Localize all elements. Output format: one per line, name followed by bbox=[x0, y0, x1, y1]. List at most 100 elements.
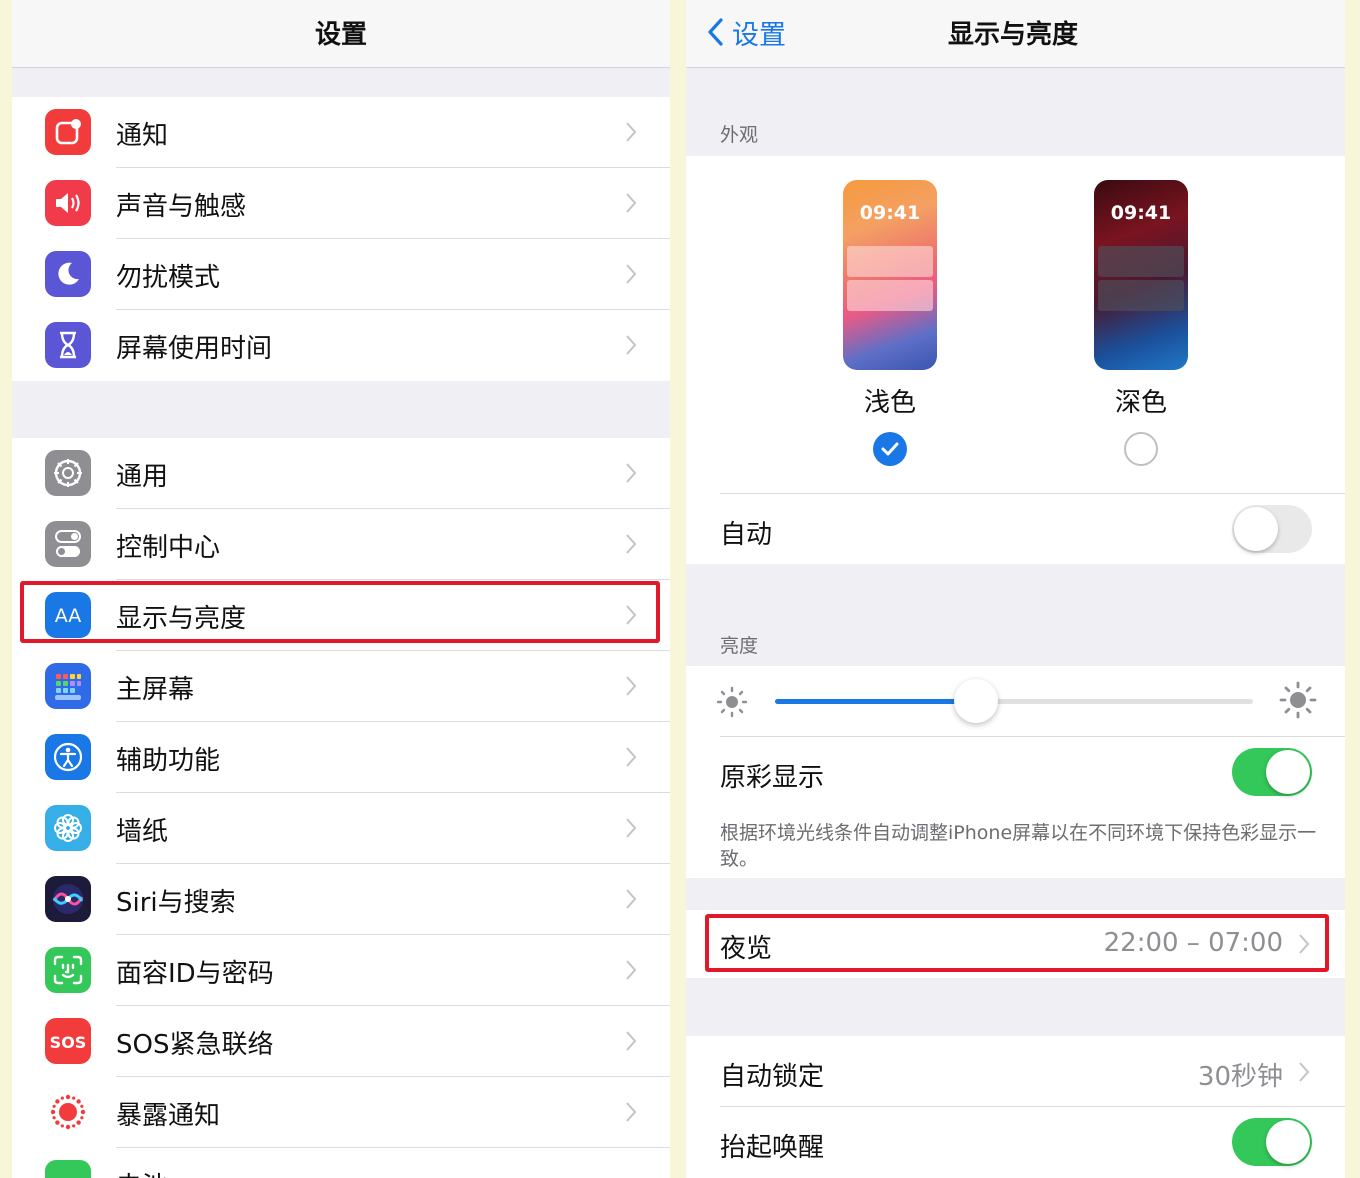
page-title: 显示与亮度 bbox=[948, 20, 1079, 50]
preview-widget bbox=[847, 246, 933, 277]
settings-item-battery[interactable]: 电池 bbox=[12, 1148, 670, 1178]
sos-icon: SOS bbox=[45, 1018, 91, 1064]
chevron-right-icon bbox=[626, 889, 637, 909]
brightness-slider-knob[interactable] bbox=[954, 679, 998, 723]
settings-item-label: 辅助功能 bbox=[116, 746, 221, 776]
page-title: 设置 bbox=[314, 20, 367, 50]
chevron-right-icon bbox=[626, 534, 637, 554]
preview-widget bbox=[1098, 280, 1184, 311]
settings-item-emergency-sos[interactable]: SOS SOS紧急联络 bbox=[12, 1006, 670, 1077]
light-mode-preview: 09:41 bbox=[843, 180, 937, 370]
settings-item-label: Siri与搜索 bbox=[116, 888, 236, 918]
chevron-left-icon bbox=[708, 18, 723, 46]
chevron-right-icon bbox=[626, 335, 637, 355]
settings-item-exposure-notifications[interactable]: 暴露通知 bbox=[12, 1077, 670, 1148]
settings-item-label: 主屏幕 bbox=[116, 675, 195, 705]
display-nav-bar: 设置 显示与亮度 bbox=[686, 0, 1345, 68]
chevron-right-icon bbox=[1299, 1062, 1310, 1082]
settings-item-label: 控制中心 bbox=[116, 533, 221, 563]
appearance-group: 09:41 浅色 09:41 深色 自动 bbox=[686, 156, 1345, 564]
svg-text:SOS: SOS bbox=[50, 1033, 87, 1052]
auto-lock-label: 自动锁定 bbox=[720, 1062, 825, 1092]
chevron-right-icon bbox=[626, 747, 637, 767]
brightness-header: 亮度 bbox=[720, 635, 759, 657]
speaker-icon bbox=[45, 180, 91, 226]
auto-lock-value: 30秒钟 bbox=[1197, 1062, 1283, 1092]
settings-item-home-screen[interactable]: 主屏幕 bbox=[12, 651, 670, 722]
light-mode-label: 浅色 bbox=[863, 388, 916, 418]
settings-item-sounds[interactable]: 声音与触感 bbox=[12, 168, 670, 239]
chevron-right-icon bbox=[626, 193, 637, 213]
settings-group-1: 通知 声音与触感 勿扰模式 屏幕使用时间 bbox=[12, 97, 670, 381]
flower-icon bbox=[45, 805, 91, 851]
settings-item-label: 墙纸 bbox=[116, 817, 169, 847]
settings-item-accessibility[interactable]: 辅助功能 bbox=[12, 722, 670, 793]
faceid-icon bbox=[45, 947, 91, 993]
true-tone-label: 原彩显示 bbox=[720, 763, 825, 793]
dark-mode-radio[interactable] bbox=[1124, 432, 1158, 466]
chevron-right-icon bbox=[626, 818, 637, 838]
settings-nav-bar: 设置 bbox=[12, 0, 670, 68]
chevron-right-icon bbox=[626, 1102, 637, 1122]
back-label: 设置 bbox=[732, 19, 786, 51]
toggle-knob bbox=[1266, 750, 1310, 794]
settings-item-screen-time[interactable]: 屏幕使用时间 bbox=[12, 310, 670, 381]
checkmark-icon bbox=[881, 442, 899, 456]
notifications-icon bbox=[45, 109, 91, 155]
brightness-slider[interactable] bbox=[775, 679, 1253, 723]
auto-toggle[interactable] bbox=[1232, 505, 1312, 553]
sun-small-icon bbox=[716, 686, 748, 718]
preview-time: 09:41 bbox=[1110, 202, 1172, 224]
back-button[interactable]: 设置 bbox=[706, 12, 786, 52]
chevron-right-icon bbox=[626, 264, 637, 284]
preview-time: 09:41 bbox=[859, 202, 921, 224]
settings-item-label: 通知 bbox=[116, 121, 169, 151]
raise-to-wake-label: 抬起唤醒 bbox=[720, 1133, 825, 1163]
toggle-knob bbox=[1266, 1120, 1310, 1164]
settings-item-label: SOS紧急联络 bbox=[116, 1030, 274, 1060]
toggles-icon bbox=[45, 521, 91, 567]
settings-item-faceid-passcode[interactable]: 面容ID与密码 bbox=[12, 935, 670, 1006]
settings-item-wallpaper[interactable]: 墙纸 bbox=[12, 793, 670, 864]
settings-item-label: 勿扰模式 bbox=[116, 263, 221, 293]
chevron-right-icon bbox=[626, 676, 637, 696]
home-grid-icon bbox=[45, 663, 91, 709]
settings-item-label: 通用 bbox=[116, 462, 169, 492]
settings-item-label: 声音与触感 bbox=[116, 192, 247, 222]
auto-appearance-row: 自动 bbox=[686, 494, 1345, 564]
settings-item-siri-search[interactable]: Siri与搜索 bbox=[12, 864, 670, 935]
preview-widget bbox=[847, 280, 933, 311]
gear-icon bbox=[45, 450, 91, 496]
dark-mode-label: 深色 bbox=[1114, 388, 1167, 418]
settings-item-do-not-disturb[interactable]: 勿扰模式 bbox=[12, 239, 670, 310]
battery-icon bbox=[45, 1160, 91, 1178]
settings-group-2: 通用 控制中心 AA 显示与亮度 主屏幕 辅助功能 墙纸 Siri与搜索 面容I… bbox=[12, 438, 670, 1178]
sun-large-icon bbox=[1279, 681, 1317, 719]
settings-item-label: 暴露通知 bbox=[116, 1101, 221, 1131]
highlight-box bbox=[705, 914, 1329, 972]
settings-item-control-center[interactable]: 控制中心 bbox=[12, 509, 670, 580]
settings-item-general[interactable]: 通用 bbox=[12, 438, 670, 509]
true-tone-row: 原彩显示 bbox=[686, 737, 1345, 807]
auto-lock-row[interactable]: 自动锁定 30秒钟 bbox=[686, 1036, 1345, 1106]
exposure-icon bbox=[45, 1089, 91, 1135]
dark-mode-preview: 09:41 bbox=[1094, 180, 1188, 370]
appearance-header: 外观 bbox=[720, 124, 759, 146]
auto-label: 自动 bbox=[720, 520, 773, 550]
moon-icon bbox=[45, 251, 91, 297]
display-brightness-panel: 设置 显示与亮度 外观 09:41 浅色 09:41 深色 自动 亮度 原彩显示… bbox=[686, 0, 1345, 1178]
chevron-right-icon bbox=[626, 1031, 637, 1051]
toggle-knob bbox=[1234, 507, 1278, 551]
light-mode-radio-checked[interactable] bbox=[873, 432, 907, 466]
brightness-slider-fill bbox=[775, 699, 976, 704]
raise-to-wake-toggle[interactable] bbox=[1232, 1118, 1312, 1166]
true-tone-description: 根据环境光线条件自动调整iPhone屏幕以在不同环境下保持色彩显示一致。 bbox=[720, 822, 1317, 870]
lock-group: 自动锁定 30秒钟 抬起唤醒 bbox=[686, 1036, 1345, 1178]
preview-widget bbox=[1098, 246, 1184, 277]
highlight-box bbox=[20, 581, 660, 643]
settings-item-label: 屏幕使用时间 bbox=[116, 334, 273, 364]
hourglass-icon bbox=[45, 322, 91, 368]
settings-item-notifications[interactable]: 通知 bbox=[12, 97, 670, 168]
chevron-right-icon bbox=[626, 960, 637, 980]
true-tone-toggle[interactable] bbox=[1232, 748, 1312, 796]
